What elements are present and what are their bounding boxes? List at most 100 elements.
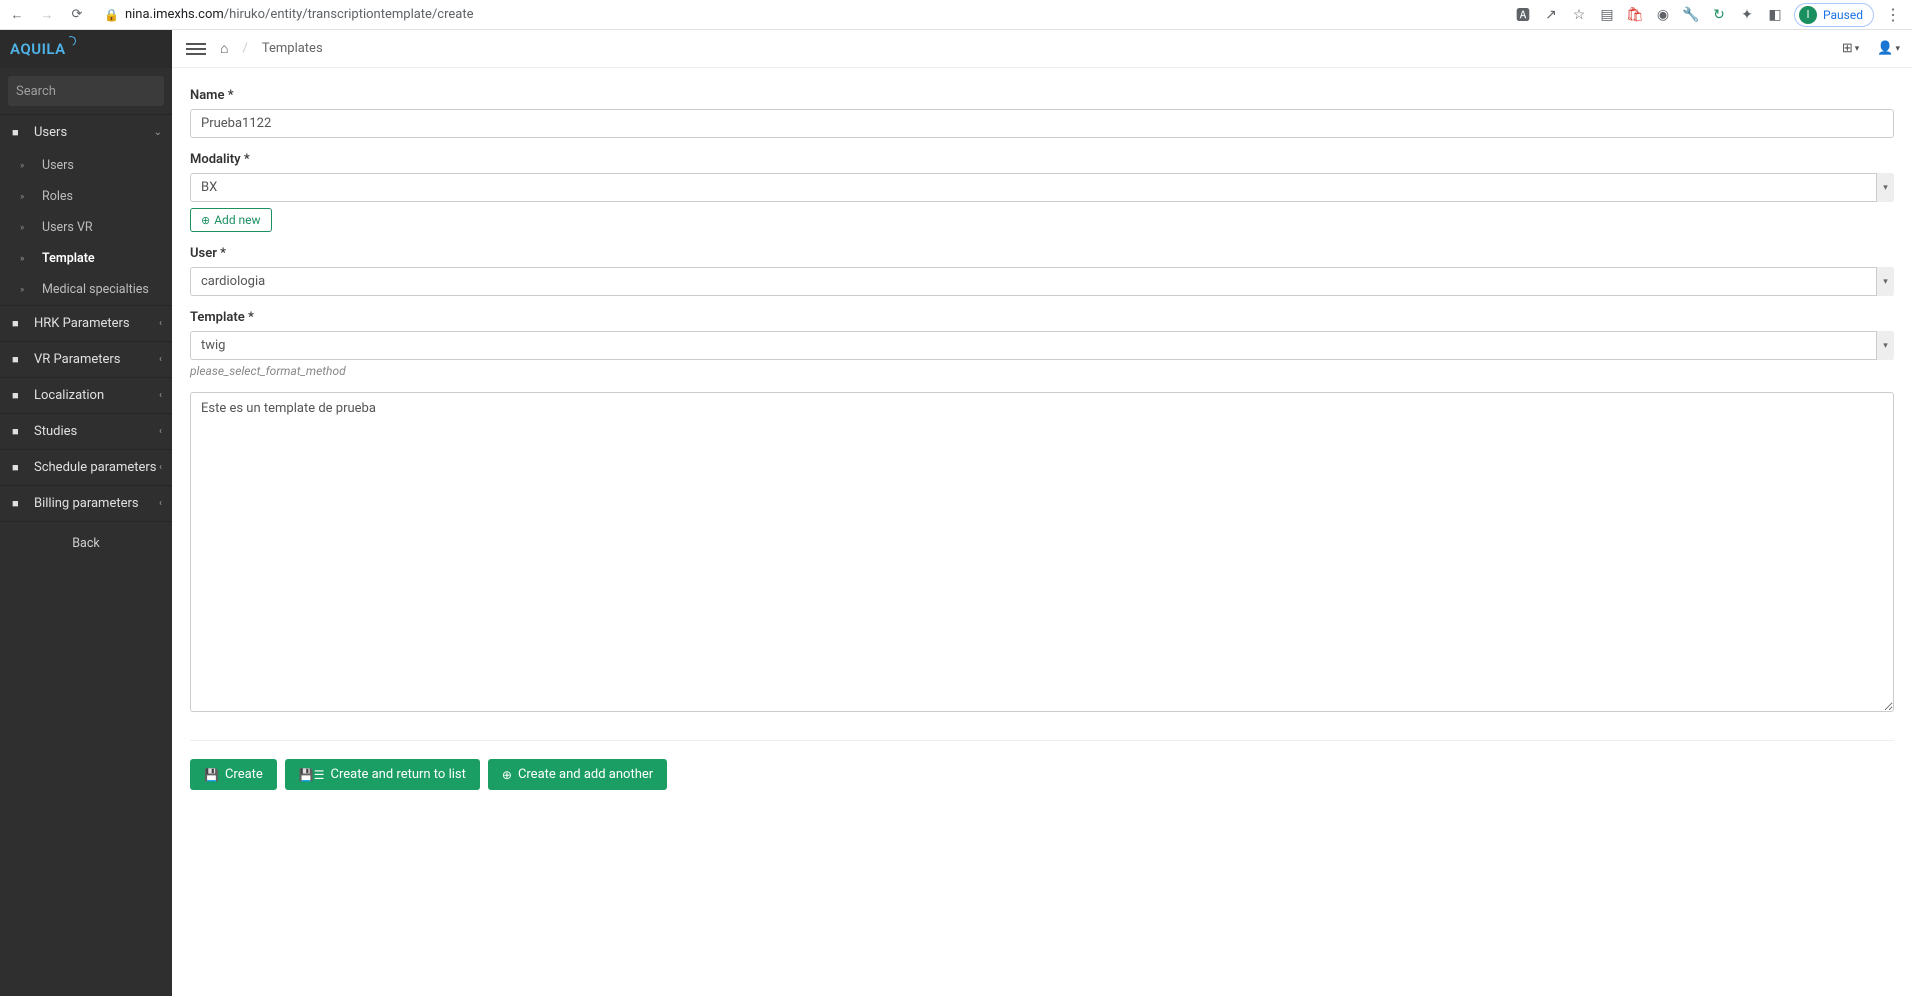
select-arrow-icon[interactable]: ▾: [1876, 173, 1894, 202]
name-field[interactable]: [190, 109, 1894, 138]
avatar-icon: I: [1799, 6, 1817, 24]
topbar: ⌂ / Templates ⊞ ▾ 👤 ▾: [172, 30, 1912, 68]
select-arrow-icon[interactable]: ▾: [1876, 267, 1894, 296]
create-return-button[interactable]: 💾☰ Create and return to list: [285, 759, 480, 790]
sidebar-group-label: Users: [34, 125, 67, 140]
create-label: Create: [225, 767, 263, 782]
modality-value: BX: [201, 180, 217, 195]
chevron-left-icon: ‹: [159, 390, 162, 401]
folder-icon: ■: [12, 126, 26, 139]
sidebar-item-label: Roles: [42, 189, 73, 204]
template-label: Template *: [190, 310, 1894, 325]
breadcrumb-separator: /: [242, 41, 247, 56]
sidebar-group-users[interactable]: ■ Users ⌄: [0, 114, 172, 150]
plus-circle-icon: ⊕: [201, 214, 210, 227]
sidebar-group-billing-parameters[interactable]: ■ Billing parameters ‹: [0, 485, 172, 521]
user-select[interactable]: cardiologia: [190, 267, 1894, 296]
sidebar-group-label: Billing parameters: [34, 496, 139, 511]
browser-chrome: ← → ⟳ 🔒 nina.imexhs.com/hiruko/entity/tr…: [0, 0, 1912, 30]
sidebar-group-localization[interactable]: ■ Localization ‹: [0, 377, 172, 413]
chevron-double-icon: »: [20, 254, 34, 264]
refresh-ext-icon[interactable]: ↻: [1710, 6, 1728, 24]
star-icon[interactable]: ☆: [1570, 6, 1588, 24]
extensions-icon[interactable]: ✦: [1738, 6, 1756, 24]
url-host: nina.imexhs.com: [125, 7, 224, 22]
sidebar: AQUILA 🔍 ■ Users ⌄ » Users » Roles » Use…: [0, 30, 172, 996]
browser-back-button[interactable]: ←: [6, 7, 28, 23]
template-helper-text: please_select_format_method: [190, 364, 1894, 378]
modality-label: Modality *: [190, 152, 1894, 167]
sidebar-group-label: Localization: [34, 388, 104, 403]
chevron-double-icon: »: [20, 223, 34, 233]
template-body-field[interactable]: [190, 392, 1894, 712]
chevron-double-icon: »: [20, 161, 34, 171]
sidebar-item-template[interactable]: » Template: [0, 243, 172, 274]
chevron-double-icon: »: [20, 285, 34, 295]
create-add-another-button[interactable]: ⊕ Create and add another: [488, 759, 667, 790]
browser-forward-button: →: [36, 7, 58, 23]
browser-menu-button[interactable]: ⋮: [1884, 5, 1902, 24]
sidebar-group-label: HRK Parameters: [34, 316, 130, 331]
back-label: Back: [72, 536, 99, 551]
chevron-left-icon: ‹: [159, 426, 162, 437]
extension-dot-icon[interactable]: ◉: [1654, 6, 1672, 24]
user-value: cardiologia: [201, 274, 265, 289]
sidebar-item-label: Template: [42, 251, 95, 266]
folder-icon: ■: [12, 425, 26, 438]
save-list-icon: 💾☰: [299, 768, 325, 782]
logo-text: AQUILA: [10, 40, 66, 58]
profile-status: Paused: [1823, 8, 1863, 22]
create-button[interactable]: 💾 Create: [190, 759, 277, 790]
logo-ring-icon: [64, 35, 77, 48]
sidebar-group-label: Schedule parameters: [34, 460, 157, 475]
topbar-add-menu[interactable]: ⊞ ▾: [1842, 41, 1859, 56]
reading-list-icon[interactable]: ▤: [1598, 6, 1616, 24]
select-arrow-icon[interactable]: ▾: [1876, 331, 1894, 360]
sidebar-item-label: Users VR: [42, 220, 93, 235]
chevron-left-icon: ‹: [159, 354, 162, 365]
user-icon: 👤: [1877, 41, 1893, 56]
template-select[interactable]: twig: [190, 331, 1894, 360]
topbar-user-menu[interactable]: 👤 ▾: [1877, 41, 1900, 56]
modality-select[interactable]: BX: [190, 173, 1894, 202]
home-icon[interactable]: ⌂: [220, 40, 228, 57]
sidebar-item-roles[interactable]: » Roles: [0, 181, 172, 212]
save-icon: 💾: [204, 768, 219, 782]
browser-url[interactable]: nina.imexhs.com/hiruko/entity/transcript…: [125, 7, 474, 22]
plus-square-icon: ⊞: [1842, 41, 1853, 56]
user-label: User *: [190, 246, 1894, 261]
app-logo[interactable]: AQUILA: [10, 40, 66, 58]
search-input[interactable]: [16, 84, 182, 99]
create-add-label: Create and add another: [518, 767, 653, 782]
hamburger-button[interactable]: [184, 40, 208, 58]
sidebar-group-studies[interactable]: ■ Studies ‹: [0, 413, 172, 449]
sidebar-back-link[interactable]: Back: [0, 521, 172, 565]
main-content: ⌂ / Templates ⊞ ▾ 👤 ▾ Name *: [172, 30, 1912, 996]
plus-circle-icon: ⊕: [502, 768, 512, 782]
breadcrumb-current[interactable]: Templates: [262, 41, 323, 56]
cart-icon[interactable]: 🛍: [1626, 6, 1644, 24]
url-path: /hiruko/entity/transcriptiontemplate/cre…: [224, 7, 474, 22]
sidebar-item-medical-specialties[interactable]: » Medical specialties: [0, 274, 172, 305]
sidebar-group-label: VR Parameters: [34, 352, 121, 367]
wrench-icon[interactable]: 🔧: [1682, 6, 1700, 24]
sidebar-group-schedule-parameters[interactable]: ■ Schedule parameters ‹: [0, 449, 172, 485]
caret-down-icon: ▾: [1855, 44, 1860, 54]
sidebar-group-vr-parameters[interactable]: ■ VR Parameters ‹: [0, 341, 172, 377]
translate-icon[interactable]: 🅰: [1514, 6, 1532, 24]
folder-icon: ■: [12, 389, 26, 402]
folder-icon: ■: [12, 461, 26, 474]
add-new-modality-button[interactable]: ⊕ Add new: [190, 208, 272, 232]
chevron-left-icon: ‹: [159, 498, 162, 509]
sidebar-search[interactable]: 🔍: [8, 76, 164, 106]
sidebar-item-users[interactable]: » Users: [0, 150, 172, 181]
sidebar-group-hrk-parameters[interactable]: ■ HRK Parameters ‹: [0, 305, 172, 341]
panel-icon[interactable]: ◧: [1766, 6, 1784, 24]
sidebar-item-users-vr[interactable]: » Users VR: [0, 212, 172, 243]
sidebar-item-label: Medical specialties: [42, 282, 149, 297]
share-icon[interactable]: ↗: [1542, 6, 1560, 24]
browser-reload-button[interactable]: ⟳: [66, 7, 88, 22]
sidebar-group-label: Studies: [34, 424, 77, 439]
profile-badge[interactable]: I Paused: [1794, 3, 1874, 27]
add-new-label: Add new: [214, 213, 260, 227]
